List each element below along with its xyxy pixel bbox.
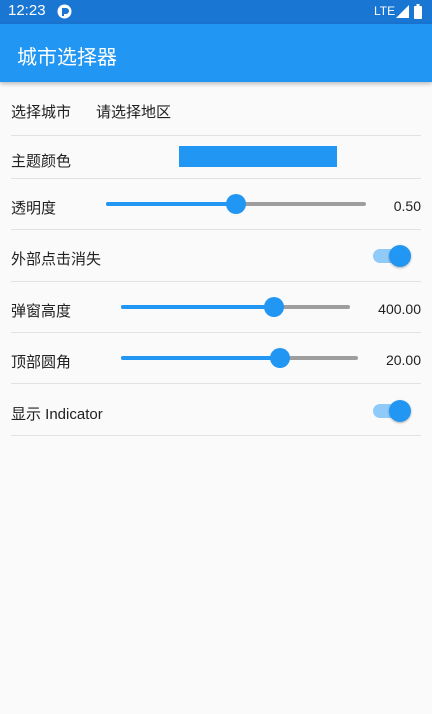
top-radius-slider[interactable]	[121, 348, 358, 368]
opacity-value: 0.50	[393, 198, 421, 214]
city-row[interactable]: 选择城市 请选择地区	[11, 82, 421, 136]
opacity-slider-fill	[106, 202, 236, 206]
dismiss-outside-row: 外部点击消失	[11, 230, 421, 282]
page-title: 城市选择器	[17, 47, 117, 69]
top-radius-slider-fill	[121, 356, 280, 360]
status-bar: 12:23 LTE	[0, 0, 432, 24]
city-label: 选择城市	[11, 104, 72, 121]
popup-height-value: 400.00	[378, 301, 421, 317]
app-bar: 城市选择器	[0, 24, 432, 82]
city-value[interactable]: 请选择地区	[96, 101, 171, 122]
dismiss-outside-label: 外部点击消失	[11, 251, 102, 268]
opacity-row: 透明度 0.50	[11, 179, 421, 230]
theme-color-label: 主题颜色	[11, 153, 72, 170]
opacity-label: 透明度	[11, 200, 57, 217]
top-radius-slider-thumb[interactable]	[269, 348, 290, 368]
dismiss-outside-switch[interactable]	[373, 245, 411, 267]
theme-color-row: 主题颜色	[11, 136, 421, 179]
status-time: 12:23	[8, 2, 46, 19]
theme-color-swatch[interactable]	[179, 146, 337, 167]
top-radius-row: 顶部圆角 20.00	[11, 333, 421, 384]
show-indicator-switch[interactable]	[373, 400, 411, 422]
top-radius-value: 20.00	[385, 352, 421, 368]
popup-height-slider-fill	[121, 305, 275, 309]
show-indicator-switch-thumb[interactable]	[389, 400, 411, 422]
app-notification-icon	[57, 4, 72, 19]
opacity-slider[interactable]	[106, 194, 366, 214]
popup-height-row: 弹窗高度 400.00	[11, 282, 421, 333]
popup-height-slider-thumb[interactable]	[264, 297, 285, 317]
network-type: LTE	[374, 4, 396, 18]
show-indicator-label: 显示 Indicator	[11, 406, 103, 423]
show-indicator-row: 显示 Indicator	[11, 384, 421, 436]
popup-height-slider[interactable]	[121, 297, 350, 317]
top-radius-label: 顶部圆角	[11, 354, 72, 371]
battery-icon	[414, 4, 422, 19]
opacity-slider-thumb[interactable]	[226, 194, 246, 214]
signal-icon	[396, 5, 409, 18]
popup-height-label: 弹窗高度	[11, 303, 72, 320]
dismiss-outside-switch-thumb[interactable]	[389, 245, 411, 267]
